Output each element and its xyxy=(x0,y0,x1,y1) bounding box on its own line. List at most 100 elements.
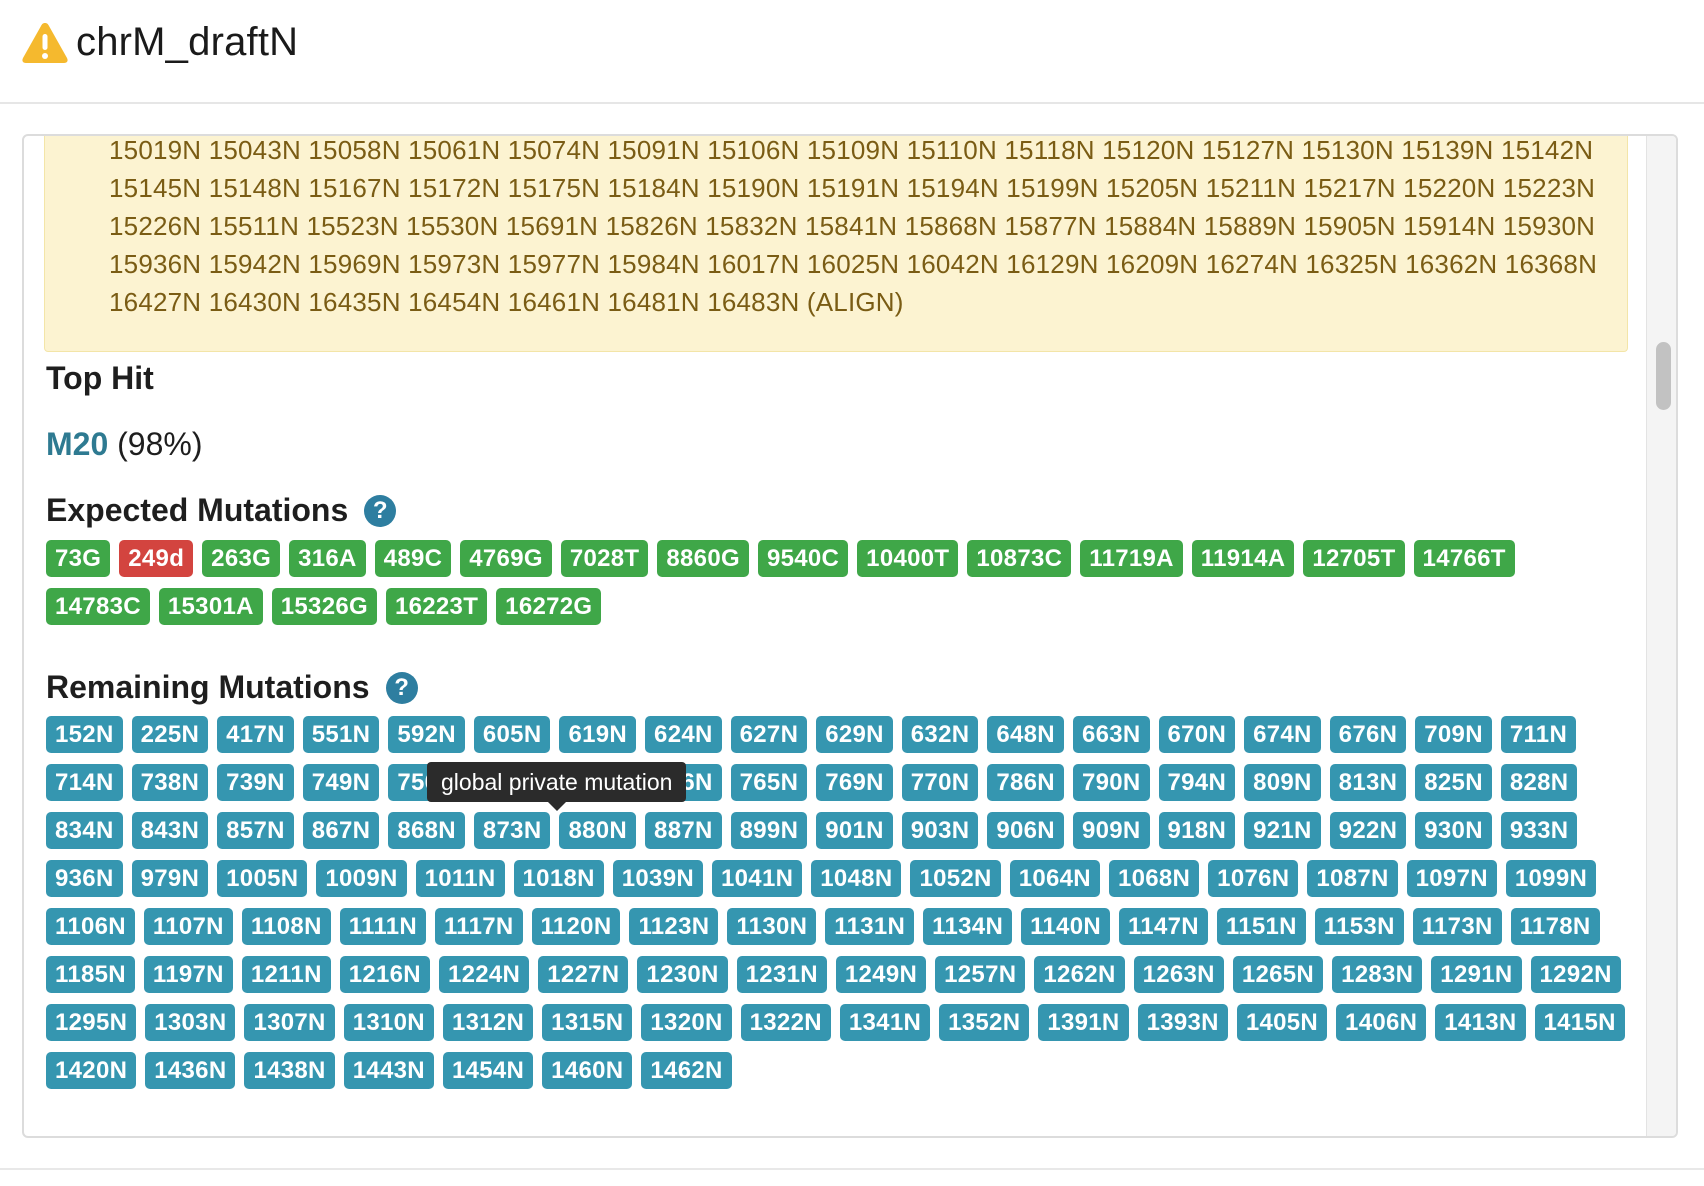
mutation-badge[interactable]: 933N xyxy=(1500,812,1578,849)
mutation-badge[interactable]: 1291N xyxy=(1431,956,1522,993)
mutation-badge[interactable]: 11719A xyxy=(1080,540,1183,577)
mutation-badge[interactable]: 790N xyxy=(1072,764,1150,801)
mutation-badge[interactable]: 1099N xyxy=(1505,860,1597,897)
mutation-badge[interactable]: 225N xyxy=(131,716,209,753)
mutation-badge[interactable]: 1097N xyxy=(1406,860,1497,897)
mutation-badge[interactable]: 1393N xyxy=(1137,1004,1228,1041)
mutation-badge[interactable]: 16272G xyxy=(496,588,602,625)
mutation-badge[interactable]: 1052N xyxy=(910,860,1001,897)
mutation-badge[interactable]: 1173N xyxy=(1412,908,1502,945)
mutation-badge[interactable]: 921N xyxy=(1244,812,1321,849)
mutation-badge[interactable]: 1352N xyxy=(939,1004,1030,1041)
mutation-badge[interactable]: 1147N xyxy=(1118,908,1208,945)
mutation-badge[interactable]: 1039N xyxy=(612,860,703,897)
mutation-badge[interactable]: 1011N xyxy=(415,860,505,897)
mutation-badge[interactable]: 11914A xyxy=(1191,540,1295,577)
mutation-badge[interactable]: 1406N xyxy=(1336,1004,1427,1041)
mutation-badge[interactable]: 868N xyxy=(388,812,465,849)
mutation-badge[interactable]: 592N xyxy=(388,716,465,753)
mutation-badge[interactable]: 1443N xyxy=(343,1052,434,1089)
mutation-badge[interactable]: 14766T xyxy=(1413,540,1515,577)
mutation-badge[interactable]: 670N xyxy=(1158,716,1236,753)
mutation-badge[interactable]: 551N xyxy=(302,716,380,753)
mutation-badge[interactable]: 316A xyxy=(289,540,366,577)
mutation-badge[interactable]: 1415N xyxy=(1534,1004,1625,1041)
mutation-badge[interactable]: 899N xyxy=(730,812,808,849)
mutation-badge[interactable]: 930N xyxy=(1415,812,1492,849)
mutation-badge[interactable]: 1312N xyxy=(442,1004,534,1041)
mutation-badge[interactable]: 15301A xyxy=(158,588,263,625)
mutation-badge[interactable]: 1320N xyxy=(641,1004,732,1041)
mutation-badge[interactable]: 1292N xyxy=(1530,956,1621,993)
mutation-badge[interactable]: 1341N xyxy=(839,1004,931,1041)
mutation-badge[interactable]: 918N xyxy=(1158,812,1236,849)
mutation-badge[interactable]: 709N xyxy=(1415,716,1492,753)
mutation-badge[interactable]: 857N xyxy=(217,812,294,849)
mutation-badge[interactable]: 1076N xyxy=(1208,860,1299,897)
mutation-badge[interactable]: 1108N xyxy=(241,908,331,945)
mutation-badge[interactable]: 489C xyxy=(374,540,452,577)
mutation-badge[interactable]: 770N xyxy=(901,764,979,801)
mutation-badge[interactable]: 1048N xyxy=(811,860,902,897)
mutation-badge[interactable]: 739N xyxy=(217,764,294,801)
mutation-badge[interactable]: 263G xyxy=(202,540,281,577)
mutation-badge[interactable]: 10400T xyxy=(857,540,959,577)
mutation-badge[interactable]: 152N xyxy=(46,716,123,753)
mutation-badge[interactable]: 714N xyxy=(46,764,123,801)
mutation-badge[interactable]: 7028T xyxy=(560,540,649,577)
mutation-badge[interactable]: 15326G xyxy=(271,588,377,625)
mutation-badge[interactable]: 1018N xyxy=(513,860,604,897)
mutation-badge[interactable]: 9540C xyxy=(757,540,849,577)
mutation-badge[interactable]: 711N xyxy=(1500,716,1577,753)
mutation-badge[interactable]: 794N xyxy=(1158,764,1236,801)
mutation-badge[interactable]: 1307N xyxy=(244,1004,335,1041)
mutation-badge[interactable]: 786N xyxy=(987,764,1064,801)
mutation-badge[interactable]: 648N xyxy=(987,716,1064,753)
mutation-badge[interactable]: 922N xyxy=(1329,812,1407,849)
mutation-badge[interactable]: 1087N xyxy=(1307,860,1398,897)
mutation-badge[interactable]: 1211N xyxy=(241,956,331,993)
mutation-badge[interactable]: 629N xyxy=(816,716,893,753)
scrollbar-thumb[interactable] xyxy=(1656,342,1671,410)
mutation-badge[interactable]: 825N xyxy=(1415,764,1492,801)
mutation-badge[interactable]: 1283N xyxy=(1332,956,1423,993)
mutation-badge[interactable]: 1130N xyxy=(727,908,817,945)
mutation-badge[interactable]: 909N xyxy=(1072,812,1150,849)
mutation-badge[interactable]: 936N xyxy=(46,860,123,897)
mutation-badge[interactable]: 14783C xyxy=(46,588,150,625)
mutation-badge[interactable]: 1106N xyxy=(46,908,135,945)
mutation-badge[interactable]: 663N xyxy=(1072,716,1150,753)
mutation-badge[interactable]: 1197N xyxy=(143,956,233,993)
mutation-badge[interactable]: 1438N xyxy=(244,1052,335,1089)
mutation-badge[interactable]: 1262N xyxy=(1034,956,1125,993)
mutation-badge[interactable]: 880N xyxy=(559,812,637,849)
mutation-badge[interactable]: 1178N xyxy=(1510,908,1600,945)
mutation-badge[interactable]: 1041N xyxy=(712,860,803,897)
mutation-badge[interactable]: 10873C xyxy=(967,540,1072,577)
mutation-badge[interactable]: 1231N xyxy=(736,956,827,993)
mutation-badge[interactable]: 1454N xyxy=(442,1052,534,1089)
haplogroup-link[interactable]: M20 xyxy=(46,426,108,462)
mutation-badge[interactable]: 1315N xyxy=(542,1004,633,1041)
mutation-badge[interactable]: 1405N xyxy=(1236,1004,1328,1041)
mutation-badge[interactable]: 843N xyxy=(131,812,209,849)
mutation-badge[interactable]: 1151N xyxy=(1216,908,1306,945)
mutation-badge[interactable]: 1009N xyxy=(316,860,407,897)
mutation-badge[interactable]: 1303N xyxy=(145,1004,236,1041)
mutation-badge[interactable]: 1005N xyxy=(217,860,308,897)
mutation-badge[interactable]: 624N xyxy=(645,716,722,753)
mutation-badge[interactable]: 738N xyxy=(131,764,209,801)
mutation-badge[interactable]: 1120N xyxy=(531,908,621,945)
mutation-badge[interactable]: 901N xyxy=(816,812,893,849)
mutation-badge[interactable]: 1249N xyxy=(835,956,927,993)
mutation-badge[interactable]: 749N xyxy=(302,764,380,801)
mutation-badge[interactable]: 1265N xyxy=(1232,956,1324,993)
mutation-badge[interactable]: 867N xyxy=(302,812,380,849)
mutation-badge[interactable]: 1107N xyxy=(143,908,233,945)
mutation-badge[interactable]: 1068N xyxy=(1108,860,1200,897)
mutation-badge[interactable]: 1420N xyxy=(46,1052,137,1089)
mutation-badge[interactable]: 1123N xyxy=(629,908,719,945)
mutation-badge[interactable]: 809N xyxy=(1244,764,1321,801)
help-icon[interactable]: ? xyxy=(385,671,418,704)
mutation-badge[interactable]: 1462N xyxy=(641,1052,732,1089)
